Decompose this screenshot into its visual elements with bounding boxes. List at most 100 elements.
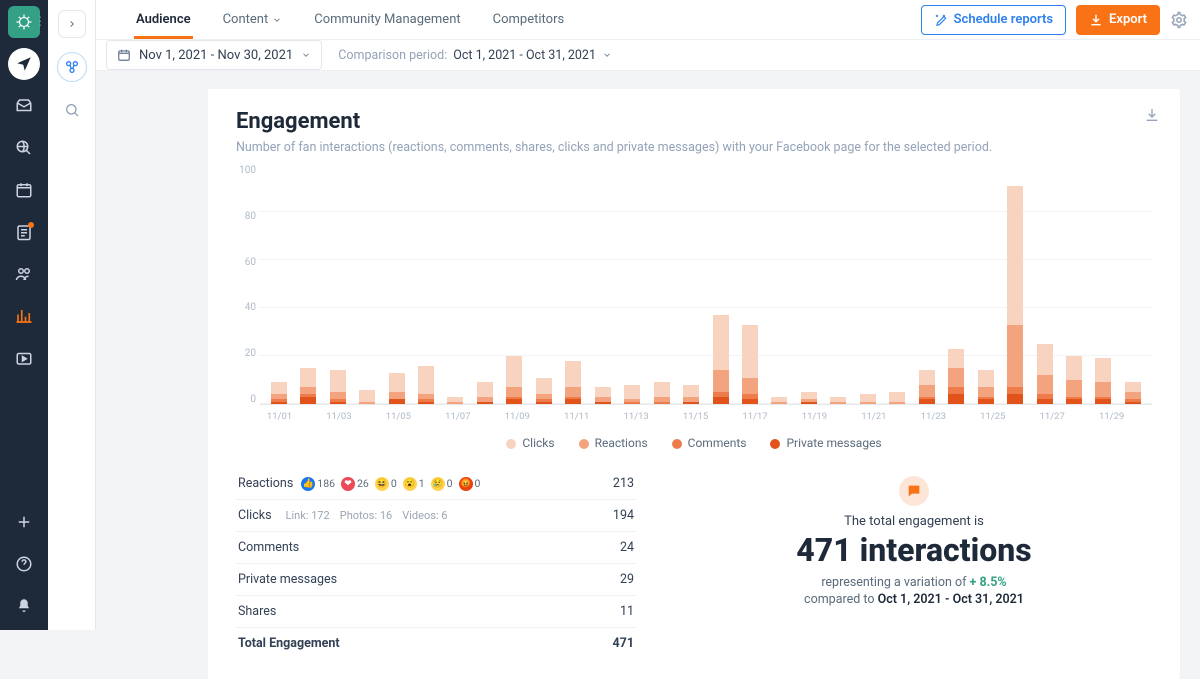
bar[interactable] xyxy=(948,349,964,404)
row-reactions: Reactions 👍186 ❤26 😆0 😮1 😢0 😡0 213 xyxy=(236,468,636,500)
primary-nav-rail: ⋮ xyxy=(0,0,48,630)
bar[interactable] xyxy=(477,382,493,404)
date-range-label: Nov 1, 2021 - Nov 30, 2021 xyxy=(139,48,293,63)
chat-bubble-icon xyxy=(899,476,929,506)
chart-legend: Clicks Reactions Comments Private messag… xyxy=(236,436,1152,450)
row-comments-value: 24 xyxy=(620,540,634,555)
bar[interactable] xyxy=(860,394,876,404)
bar[interactable] xyxy=(330,370,346,404)
bar[interactable] xyxy=(654,382,670,404)
legend-comments: Comments xyxy=(672,436,747,450)
export-button[interactable]: Export xyxy=(1076,5,1160,35)
summary-line1: The total engagement is xyxy=(676,514,1152,529)
calendar-icon xyxy=(117,48,131,62)
bar[interactable] xyxy=(1125,382,1141,404)
tab-content[interactable]: Content xyxy=(221,0,285,39)
bar[interactable] xyxy=(1037,344,1053,404)
bar[interactable] xyxy=(359,390,375,404)
bar[interactable] xyxy=(536,378,552,404)
comparison-value: Oct 1, 2021 - Oct 31, 2021 xyxy=(453,48,596,63)
search-icon[interactable] xyxy=(58,96,86,124)
row-reactions-value: 213 xyxy=(613,476,634,491)
nav-media-icon[interactable] xyxy=(8,342,40,374)
tab-content-label: Content xyxy=(223,12,269,27)
summary-pct: + 8.5% xyxy=(970,575,1007,590)
bar[interactable] xyxy=(271,382,287,404)
add-icon[interactable] xyxy=(8,506,40,538)
card-subtitle: Number of fan interactions (reactions, c… xyxy=(236,140,1152,155)
x-axis: 11/0111/0311/0511/0711/0911/1111/1311/15… xyxy=(260,411,1152,422)
expand-panel-button[interactable] xyxy=(58,10,86,38)
bar[interactable] xyxy=(919,370,935,404)
bar[interactable] xyxy=(830,397,846,404)
y-axis: 100806040200 xyxy=(236,165,260,405)
magic-wand-icon xyxy=(934,13,948,27)
bar[interactable] xyxy=(389,373,405,404)
row-pm: Private messages 29 xyxy=(236,564,636,596)
bar[interactable] xyxy=(713,315,729,404)
download-icon xyxy=(1089,13,1103,27)
metrics-table: Reactions 👍186 ❤26 😆0 😮1 😢0 😡0 213 xyxy=(236,468,636,659)
nav-calendar-icon[interactable] xyxy=(8,174,40,206)
bar[interactable] xyxy=(683,385,699,404)
summary-panel: The total engagement is 471 interactions… xyxy=(676,468,1152,659)
bar[interactable] xyxy=(418,366,434,404)
download-chart-icon[interactable] xyxy=(1144,107,1160,123)
nav-globe-search-icon[interactable] xyxy=(8,132,40,164)
haha-icon: 😆 xyxy=(375,477,389,491)
legend-pm: Private messages xyxy=(770,436,881,450)
row-clicks-label: Clicks xyxy=(238,508,272,523)
date-bar: Nov 1, 2021 - Nov 30, 2021 Comparison pe… xyxy=(96,40,1200,71)
chart-plot xyxy=(260,165,1152,405)
bar[interactable] xyxy=(506,356,522,404)
nav-analytics-icon[interactable] xyxy=(8,300,40,332)
date-range-picker[interactable]: Nov 1, 2021 - Nov 30, 2021 xyxy=(106,40,322,70)
bar[interactable] xyxy=(771,397,787,404)
bar[interactable] xyxy=(801,392,817,404)
schedule-reports-button[interactable]: Schedule reports xyxy=(921,5,1066,35)
row-total-label: Total Engagement xyxy=(238,636,340,651)
tab-competitors[interactable]: Competitors xyxy=(491,0,567,39)
bar[interactable] xyxy=(978,370,994,404)
love-icon: ❤ xyxy=(341,477,355,491)
row-shares-label: Shares xyxy=(238,604,276,619)
tab-community[interactable]: Community Management xyxy=(312,0,462,39)
row-total-value: 471 xyxy=(612,636,634,651)
tab-audience[interactable]: Audience xyxy=(134,0,193,39)
notification-badge xyxy=(28,222,34,228)
nav-inbox-icon[interactable] xyxy=(8,90,40,122)
bar[interactable] xyxy=(595,387,611,404)
chevron-down-icon xyxy=(602,50,612,60)
bar[interactable] xyxy=(742,325,758,404)
bell-icon[interactable] xyxy=(8,590,40,622)
export-label: Export xyxy=(1109,12,1147,27)
chevron-down-icon xyxy=(272,15,282,25)
bar[interactable] xyxy=(447,397,463,404)
bar[interactable] xyxy=(565,361,581,404)
bar[interactable] xyxy=(1066,356,1082,404)
row-shares: Shares 11 xyxy=(236,596,636,628)
comparison-label: Comparison period: xyxy=(338,48,447,63)
settings-icon[interactable] xyxy=(1170,11,1188,29)
legend-clicks: Clicks xyxy=(506,436,554,450)
network-filter-button[interactable] xyxy=(57,52,87,82)
bar[interactable] xyxy=(889,392,905,404)
menu-dots-icon[interactable]: ⋮ xyxy=(34,14,45,28)
bar[interactable] xyxy=(300,368,316,404)
engagement-chart: 100806040200 xyxy=(236,165,1152,405)
row-reactions-label: Reactions xyxy=(238,476,293,491)
row-pm-label: Private messages xyxy=(238,572,337,587)
bar[interactable] xyxy=(624,385,640,404)
nav-checklist-icon[interactable] xyxy=(8,216,40,248)
bar[interactable] xyxy=(1095,358,1111,404)
help-icon[interactable] xyxy=(8,548,40,580)
row-clicks-value: 194 xyxy=(613,508,634,523)
card-title: Engagement xyxy=(236,109,1152,134)
comparison-period[interactable]: Comparison period: Oct 1, 2021 - Oct 31,… xyxy=(338,48,612,63)
bar[interactable] xyxy=(1007,186,1023,404)
engagement-card: Engagement Number of fan interactions (r… xyxy=(208,89,1180,679)
nav-team-icon[interactable] xyxy=(8,258,40,290)
summary-big: 471 interactions xyxy=(676,531,1152,569)
wow-icon: 😮 xyxy=(403,477,417,491)
nav-send-icon[interactable] xyxy=(8,48,40,80)
